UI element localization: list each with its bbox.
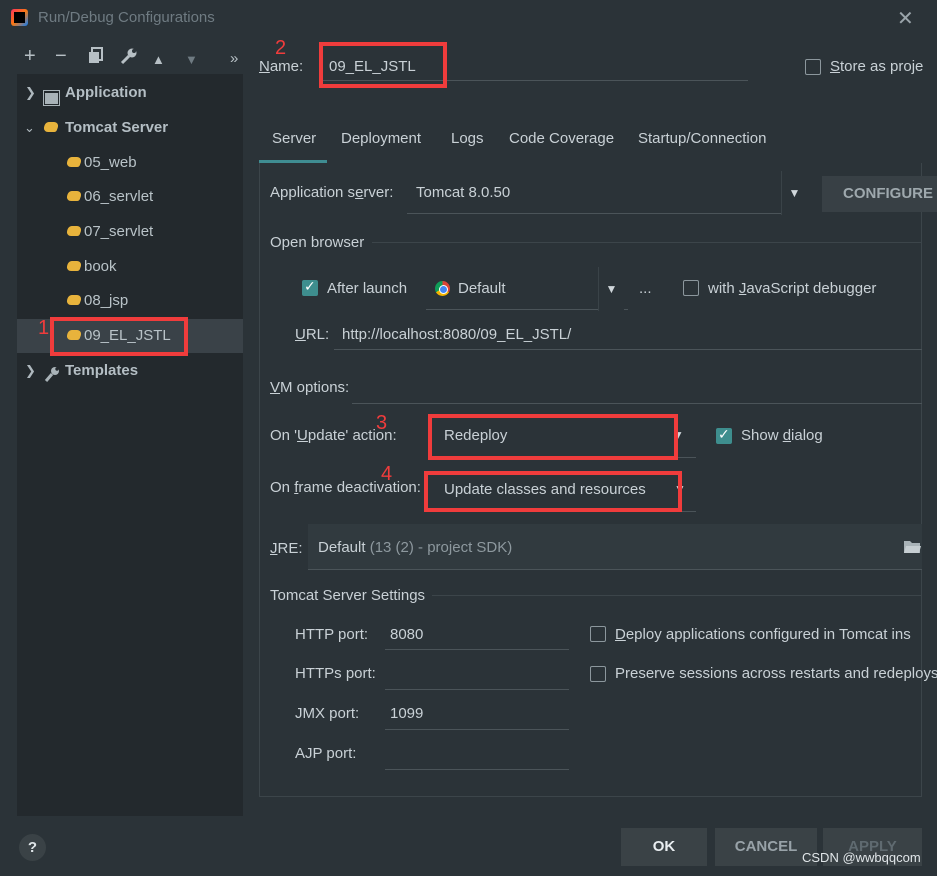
ajp-port-input[interactable] xyxy=(385,769,569,770)
preserve-sessions-label: Preserve sessions across restarts and re… xyxy=(615,665,937,682)
app-server-label: Application server: xyxy=(270,184,394,201)
chevron-down-icon: ⌄ xyxy=(24,120,35,135)
folder-icon[interactable] xyxy=(903,539,922,558)
tree-item-label: 06_servlet xyxy=(84,188,154,205)
chevron-down-icon[interactable]: ▼ xyxy=(781,171,807,215)
wrench-icon xyxy=(44,362,60,396)
more-actions-icon[interactable]: » xyxy=(230,50,238,67)
add-configuration-button[interactable]: + xyxy=(24,45,36,68)
move-down-icon[interactable]: ▼ xyxy=(185,52,198,67)
jre-label: JRE: xyxy=(270,540,303,557)
jre-default: Default xyxy=(318,539,366,556)
jmx-port-input[interactable] xyxy=(385,729,569,730)
tab-server[interactable]: Server xyxy=(272,130,316,147)
annotation-number-4: 4 xyxy=(381,463,393,485)
jre-value: Default (13 (2) - project SDK) xyxy=(318,539,512,556)
jre-hint: (13 (2) - project SDK) xyxy=(369,539,513,556)
store-as-project-checkbox[interactable] xyxy=(805,59,821,75)
deploy-apps-checkbox[interactable] xyxy=(590,626,606,642)
tree-label-tomcat-server: Tomcat Server xyxy=(65,119,169,136)
annotation-number-1: 1 xyxy=(38,317,50,339)
annotation-number-2: 2 xyxy=(275,37,287,59)
chevron-right-icon: ❯ xyxy=(25,85,36,100)
tree-item-tomcat-server[interactable]: ⌄ Tomcat Server xyxy=(17,111,243,145)
vm-options-label: VM options: xyxy=(270,379,350,396)
tomcat-icon xyxy=(65,250,83,284)
open-browser-label: Open browser xyxy=(270,234,365,251)
tab-startup-connection[interactable]: Startup/Connection xyxy=(638,130,766,147)
show-dialog-checkbox[interactable] xyxy=(716,426,732,444)
help-button[interactable]: ? xyxy=(19,834,46,861)
separator xyxy=(372,242,922,243)
chevron-down-icon[interactable]: ▼ xyxy=(598,267,624,311)
separator xyxy=(432,595,922,596)
http-port-label: HTTP port: xyxy=(295,626,369,643)
show-dialog-label: Show dialog xyxy=(741,427,823,444)
preserve-sessions-checkbox[interactable] xyxy=(590,666,606,682)
tomcat-icon xyxy=(65,146,83,180)
https-port-input[interactable] xyxy=(385,689,569,690)
url-value: http://localhost:8080/09_EL_JSTL/ xyxy=(342,326,572,343)
deploy-apps-label: Deploy applications configured in Tomcat… xyxy=(615,626,911,643)
copy-configuration-icon[interactable] xyxy=(88,47,104,69)
tomcat-settings-label: Tomcat Server Settings xyxy=(270,587,426,604)
chrome-icon xyxy=(435,281,450,300)
move-up-icon[interactable]: ▲ xyxy=(152,52,165,67)
tree-item-label: 08_jsp xyxy=(84,292,129,309)
browser-more-button[interactable]: ... xyxy=(639,280,652,297)
http-port-input[interactable] xyxy=(385,649,569,650)
configure-button[interactable]: CONFIGURE xyxy=(822,176,937,212)
tree-item-label: 05_web xyxy=(84,154,137,171)
js-debugger-label: with JavaScript debugger xyxy=(708,280,877,297)
ok-button[interactable]: OK xyxy=(621,828,707,866)
tree-label-templates: Templates xyxy=(65,362,139,379)
jmx-port-label: JMX port: xyxy=(295,705,360,722)
tree-label-application: Application xyxy=(65,84,147,101)
chevron-right-icon: ❯ xyxy=(25,363,36,378)
window-title: Run/Debug Configurations xyxy=(38,9,215,26)
annotation-box-3 xyxy=(428,414,678,460)
annotation-number-3: 3 xyxy=(376,412,388,434)
vm-options-input[interactable] xyxy=(352,403,922,404)
ajp-port-label: AJP port: xyxy=(295,745,357,762)
tree-item-07-servlet[interactable]: 07_servlet xyxy=(17,215,243,249)
annotation-box-1 xyxy=(50,317,188,356)
tomcat-icon xyxy=(65,180,83,214)
http-port-value: 8080 xyxy=(390,626,424,643)
annotation-box-4 xyxy=(424,471,682,512)
tree-item-06-servlet[interactable]: 06_servlet xyxy=(17,180,243,214)
jmx-port-value: 1099 xyxy=(390,705,424,722)
tree-item-book[interactable]: book xyxy=(17,250,243,284)
tab-deployment[interactable]: Deployment xyxy=(341,130,421,147)
store-as-project-label: Store as proje xyxy=(830,58,924,75)
on-frame-label: On frame deactivation: xyxy=(270,479,421,496)
name-label: Name: xyxy=(259,58,304,75)
url-input[interactable] xyxy=(334,349,922,350)
intellij-logo-icon xyxy=(11,9,28,26)
tomcat-icon xyxy=(65,215,83,249)
app-server-value: Tomcat 8.0.50 xyxy=(416,184,511,201)
tomcat-icon xyxy=(65,284,83,318)
https-port-label: HTTPs port: xyxy=(295,665,376,682)
annotation-box-2 xyxy=(319,42,447,88)
tree-item-label: book xyxy=(84,258,117,275)
js-debugger-checkbox[interactable] xyxy=(683,280,699,296)
tree-item-label: 07_servlet xyxy=(84,223,154,240)
close-icon[interactable]: ✕ xyxy=(897,6,914,31)
tab-logs[interactable]: Logs xyxy=(451,130,484,147)
tree-item-08-jsp[interactable]: 08_jsp xyxy=(17,284,243,318)
watermark: CSDN @wwbqqcom xyxy=(802,850,921,865)
after-launch-checkbox[interactable] xyxy=(302,278,318,296)
wrench-icon[interactable] xyxy=(120,47,138,70)
tomcat-icon xyxy=(42,111,60,145)
remove-configuration-button[interactable]: − xyxy=(55,45,67,68)
tab-code-coverage[interactable]: Code Coverage xyxy=(509,130,614,147)
tree-item-application[interactable]: ❯ Application xyxy=(17,76,243,110)
after-launch-label: After launch xyxy=(327,280,408,297)
browser-value: Default xyxy=(458,280,506,297)
tree-item-05-web[interactable]: 05_web xyxy=(17,146,243,180)
tree-item-templates[interactable]: ❯ Templates xyxy=(17,354,243,388)
url-label: URL: xyxy=(295,326,330,343)
